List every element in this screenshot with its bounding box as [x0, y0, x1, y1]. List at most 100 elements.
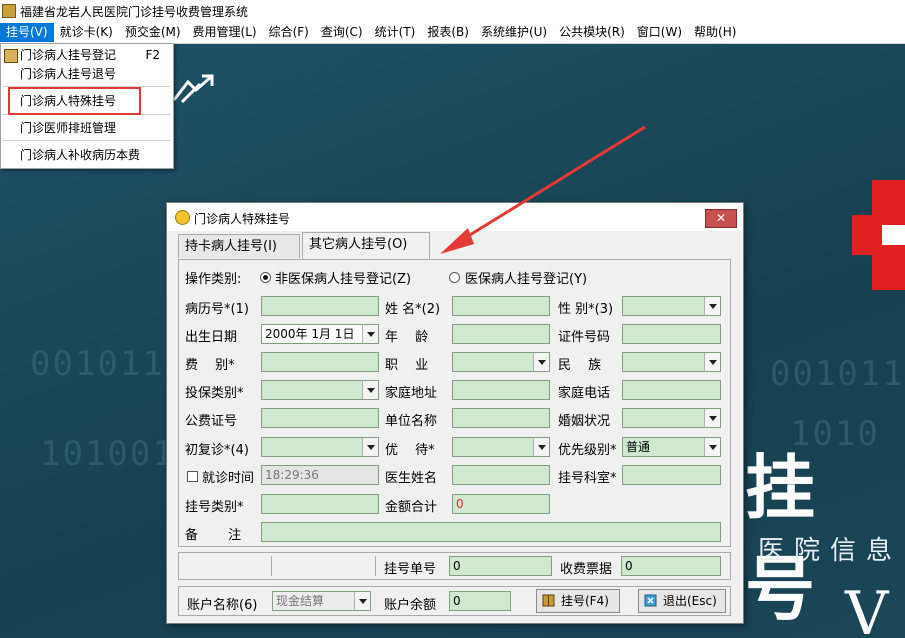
menu-register[interactable]: 挂号(V)	[0, 23, 54, 42]
radio-insurance-label: 医保病人挂号登记(Y)	[465, 272, 588, 287]
chevron-down-icon[interactable]	[704, 409, 720, 427]
book-icon	[542, 594, 555, 607]
divider	[375, 556, 376, 576]
dropdown-item-label: 门诊病人补收病历本费	[20, 148, 141, 162]
menu-deposit[interactable]: 预交金(M)	[119, 23, 187, 42]
priority-select[interactable]: 普通	[622, 437, 721, 457]
menu-bar: 挂号(V) 就诊卡(K) 预交金(M) 费用管理(L) 综合(F) 查询(C) …	[0, 22, 905, 44]
status-bar: 挂号单号 0 收费票据 0	[178, 552, 731, 580]
job-select[interactable]	[452, 352, 550, 372]
receipt-label: 收费票据	[560, 562, 613, 577]
amount-input[interactable]: 0	[452, 494, 550, 514]
visit-time-checkbox[interactable]	[187, 471, 198, 482]
menu-separator	[3, 140, 171, 141]
address-input[interactable]	[452, 380, 550, 400]
doctor-input[interactable]	[452, 465, 550, 485]
dropdown-item-cancel[interactable]: 门诊病人挂号退号	[1, 64, 173, 84]
job-label: 职 业	[385, 358, 429, 373]
note-input[interactable]	[261, 522, 721, 542]
menu-help[interactable]: 帮助(H)	[688, 23, 742, 42]
phone-label: 家庭电话	[558, 386, 611, 401]
binary-text: 101001	[40, 434, 175, 474]
ethnic-select[interactable]	[622, 352, 721, 372]
birth-value: 2000年 1月 1日	[265, 327, 355, 341]
id-no-label: 证件号码	[558, 330, 611, 345]
highlight-annotation	[8, 87, 141, 115]
treatment-select[interactable]	[452, 437, 550, 457]
visit-time-input[interactable]: 18:29:36	[261, 465, 379, 485]
reg-type-input[interactable]	[261, 494, 379, 514]
reg-no-value: 0	[449, 556, 552, 576]
address-label: 家庭地址	[385, 386, 438, 401]
chevron-down-icon[interactable]	[533, 353, 549, 371]
balance-value: 0	[449, 591, 511, 611]
menu-card[interactable]: 就诊卡(K)	[54, 23, 119, 42]
exit-icon	[644, 594, 657, 607]
fee-type-input[interactable]	[261, 352, 379, 372]
chevron-down-icon[interactable]	[362, 381, 378, 399]
dept-input[interactable]	[622, 465, 721, 485]
register-form-panel: 操作类别: 非医保病人挂号登记(Z) 医保病人挂号登记(Y) 病历号*(1) 姓…	[178, 259, 731, 547]
company-input[interactable]	[452, 408, 550, 428]
revisit-label: 初复诊*(4)	[185, 443, 249, 458]
radio-insurance[interactable]	[449, 272, 460, 283]
ins-type-label: 投保类别*	[185, 386, 244, 401]
dropdown-item-label: 门诊医师排班管理	[20, 121, 117, 135]
register-button[interactable]: 挂号(F4)	[536, 589, 620, 613]
menu-general[interactable]: 综合(F)	[263, 23, 315, 42]
register-button-label: 挂号(F4)	[561, 594, 609, 608]
tab-other-register[interactable]: 其它病人挂号(O)	[302, 232, 430, 259]
balance-label: 账户余额	[384, 598, 437, 613]
menu-public[interactable]: 公共模块(R)	[553, 23, 631, 42]
dialog-title: 门诊病人特殊挂号	[194, 212, 291, 226]
close-button[interactable]: ✕	[705, 209, 737, 228]
receipt-value: 0	[621, 556, 721, 576]
fee-type-label: 费 别*	[185, 358, 235, 373]
menu-stats[interactable]: 统计(T)	[369, 23, 422, 42]
priority-value: 普通	[626, 440, 651, 454]
priority-label: 优先级别*	[558, 443, 617, 458]
visit-time-label: 就诊时间	[202, 471, 255, 486]
ins-type-select[interactable]	[261, 380, 379, 400]
name-input[interactable]	[452, 296, 550, 316]
dropdown-item-record-fee[interactable]: 门诊病人补收病历本费	[1, 145, 173, 165]
chevron-down-icon[interactable]	[533, 438, 549, 456]
phone-input[interactable]	[622, 380, 721, 400]
public-no-input[interactable]	[261, 408, 379, 428]
bg-version-letter: V	[845, 579, 889, 638]
app-icon	[2, 4, 16, 18]
record-no-input[interactable]	[261, 296, 379, 316]
dropdown-item-schedule[interactable]: 门诊医师排班管理	[1, 118, 173, 138]
chevron-down-icon[interactable]	[362, 438, 378, 456]
chevron-down-icon[interactable]	[704, 438, 720, 456]
dept-label: 挂号科室*	[558, 471, 617, 486]
chevron-down-icon[interactable]	[354, 592, 370, 610]
age-input[interactable]	[452, 324, 550, 344]
exit-button[interactable]: 退出(Esc)	[638, 589, 726, 613]
red-cross-logo-icon	[852, 180, 905, 290]
menu-window[interactable]: 窗口(W)	[631, 23, 688, 42]
chevron-down-icon[interactable]	[704, 297, 720, 315]
account-select[interactable]: 现金结算	[272, 591, 371, 611]
birth-date-picker[interactable]: 2000年 1月 1日	[261, 324, 379, 344]
chevron-down-icon[interactable]	[362, 325, 378, 343]
menu-query[interactable]: 查询(C)	[315, 23, 369, 42]
shortcut-label: F2	[145, 48, 160, 62]
menu-system[interactable]: 系统维护(U)	[475, 23, 553, 42]
revisit-select[interactable]	[261, 437, 379, 457]
id-no-input[interactable]	[622, 324, 721, 344]
radio-non-insurance[interactable]	[260, 272, 271, 283]
menu-report[interactable]: 报表(B)	[421, 23, 475, 42]
window-titlebar: 福建省龙岩人民医院门诊挂号收费管理系统	[0, 0, 905, 22]
marriage-select[interactable]	[622, 408, 721, 428]
chevron-down-icon[interactable]	[704, 353, 720, 371]
op-type-label: 操作类别:	[185, 272, 242, 287]
menu-fee[interactable]: 费用管理(L)	[187, 23, 263, 42]
binary-text: 0010110	[770, 354, 905, 394]
gender-select[interactable]	[622, 296, 721, 316]
name-label: 姓 名*(2)	[385, 302, 441, 317]
tab-card-register[interactable]: 持卡病人挂号(I)	[178, 234, 300, 258]
register-icon	[4, 49, 18, 63]
dialog-app-icon	[175, 210, 190, 225]
dropdown-item-register[interactable]: 门诊病人挂号登记 F2	[1, 45, 173, 65]
